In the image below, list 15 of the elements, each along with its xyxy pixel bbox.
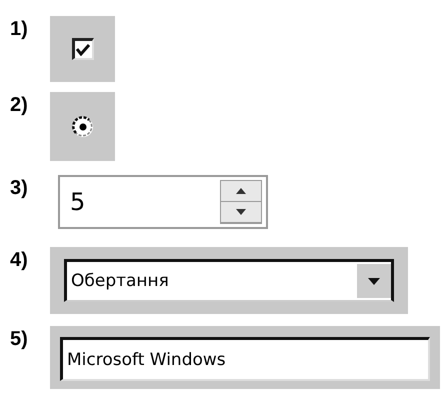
radio-button[interactable]: [72, 116, 94, 138]
item-number: 4): [10, 249, 29, 272]
dropdown-button[interactable]: [357, 264, 391, 298]
down-triangle-icon: [368, 278, 380, 284]
down-triangle-icon: [236, 209, 246, 215]
item-number: 2): [10, 94, 29, 117]
number-spinner[interactable]: 5: [58, 175, 268, 229]
up-triangle-icon: [236, 188, 246, 194]
item-number: 5): [10, 328, 29, 351]
text-field[interactable]: Microsoft Windows: [60, 337, 430, 381]
checkbox[interactable]: [72, 38, 94, 60]
check-icon: [76, 44, 90, 56]
item-number: 1): [10, 18, 29, 41]
item-number: 3): [10, 177, 29, 200]
dropdown[interactable]: Обертання: [64, 259, 394, 302]
